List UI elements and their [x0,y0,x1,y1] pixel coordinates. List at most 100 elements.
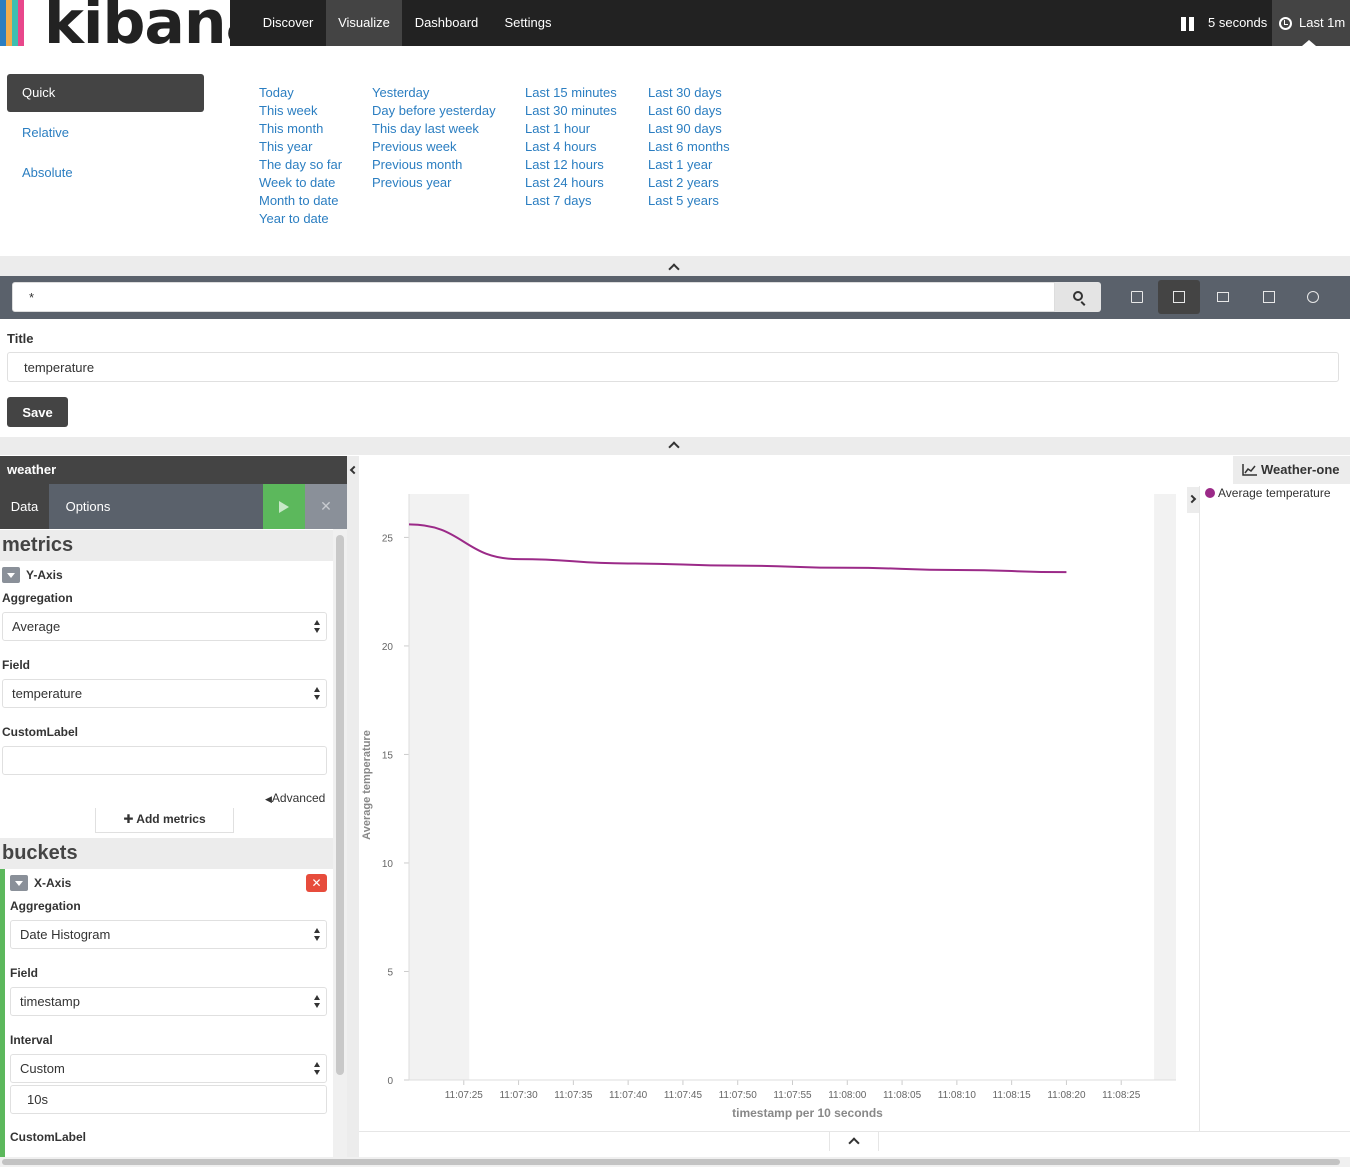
quick-item[interactable]: The day so far [259,156,342,174]
quick-item[interactable]: Week to date [259,174,342,192]
aggregation-select-value: Average [12,619,61,634]
custom-label-label: CustomLabel [2,725,79,739]
sidebar-collapse-toggle[interactable] [347,456,359,1157]
search-input[interactable] [12,282,1055,312]
quick-item[interactable]: Last 15 minutes [525,84,617,102]
pause-icon[interactable] [1181,17,1194,31]
aggregation-select[interactable]: Average [2,612,327,641]
scrollbar-thumb[interactable] [2,1159,1340,1165]
logo-text: kibana [44,0,230,46]
quick-item[interactable]: Last 6 months [648,138,730,156]
bucket-aggregation-select[interactable]: Date Histogram [10,920,327,949]
quick-item[interactable]: Year to date [259,210,342,228]
logo-bar [18,0,24,46]
title-label: Title [7,331,34,346]
remove-aggregation-button[interactable]: ✕ [306,874,327,892]
select-arrows-icon [314,687,320,701]
open-visualization-button[interactable] [1202,280,1244,314]
scrollbar-thumb[interactable] [336,535,344,1075]
timepicker-mode-relative[interactable]: Relative [22,125,69,140]
save-button[interactable]: Save [7,397,68,427]
timepicker-mode-absolute[interactable]: Absolute [22,165,73,180]
save-visualization-button[interactable] [1158,280,1200,314]
advanced-toggle[interactable]: ◀Advanced [265,791,325,805]
timepicker-collapse-bar[interactable] [0,256,1350,276]
quick-item[interactable]: Last 1 year [648,156,730,174]
quick-item[interactable]: Last 4 hours [525,138,617,156]
spy-panel-toggle[interactable] [829,1131,879,1151]
quick-item[interactable]: Previous month [372,156,496,174]
quick-item[interactable]: This month [259,120,342,138]
interval-select[interactable]: Custom [10,1054,327,1083]
refresh-interval[interactable]: 5 seconds [1208,0,1267,46]
save-form-collapse-bar[interactable] [0,437,1350,455]
quick-item[interactable]: Last 5 years [648,192,730,210]
custom-interval-input[interactable] [10,1085,327,1114]
refresh-button[interactable] [1292,280,1334,314]
refresh-icon [1307,291,1319,303]
quick-item[interactable]: Previous year [372,174,496,192]
nav-visualize[interactable]: Visualize [326,0,402,46]
field-select[interactable]: temperature [2,679,327,708]
quick-item[interactable]: Day before yesterday [372,102,496,120]
new-visualization-button[interactable] [1116,280,1158,314]
x-tick-label: 11:08:25 [1102,1090,1141,1101]
quick-item[interactable]: Last 1 hour [525,120,617,138]
nav-dashboard[interactable]: Dashboard [402,0,491,46]
quick-column: Yesterday Day before yesterday This day … [372,84,496,192]
timepicker-mode-quick[interactable]: Quick [7,74,204,112]
x-tick-label: 11:07:30 [499,1090,538,1101]
quick-item[interactable]: Last 90 days [648,120,730,138]
quick-item[interactable]: Last 2 years [648,174,730,192]
search-button[interactable] [1055,282,1101,312]
nav-settings[interactable]: Settings [491,0,565,46]
add-metrics-button[interactable]: ✚ Add metrics [95,808,234,833]
title-input[interactable] [7,352,1339,382]
y-tick-label: 5 [387,967,393,978]
chevron-up-icon [668,263,680,275]
quick-item[interactable]: Last 24 hours [525,174,617,192]
quick-item[interactable]: Last 30 days [648,84,730,102]
quick-item[interactable]: Last 30 minutes [525,102,617,120]
quick-item[interactable]: This day last week [372,120,496,138]
x-tick-label: 11:08:15 [993,1090,1032,1101]
aggregation-label: Aggregation [2,591,73,605]
quick-item[interactable]: This week [259,102,342,120]
folder-open-icon [1217,292,1229,302]
collapse-toggle-icon[interactable] [2,567,20,583]
quick-item[interactable]: Month to date [259,192,342,210]
tab-options[interactable]: Options [49,484,127,529]
quick-item[interactable]: Last 60 days [648,102,730,120]
clock-icon [1279,17,1292,30]
quick-item[interactable]: Yesterday [372,84,496,102]
horizontal-scrollbar[interactable] [0,1157,1350,1167]
buckets-heading: buckets [0,838,333,869]
y-tick-label: 25 [382,533,394,544]
collapse-toggle-icon[interactable] [10,875,28,891]
custom-label-input[interactable] [2,746,327,775]
interval-select-value: Custom [20,1061,65,1076]
metrics-heading: metrics [0,530,333,561]
tab-data[interactable]: Data [0,484,49,529]
save-icon [1173,291,1185,303]
bucket-field-select[interactable]: timestamp [10,987,327,1016]
y-axis-label: Average temperature [361,730,373,840]
top-navbar: kibana Discover Visualize Dashboard Sett… [0,0,1350,46]
quick-item[interactable]: Last 12 hours [525,156,617,174]
quick-item[interactable]: Last 7 days [525,192,617,210]
nav-discover[interactable]: Discover [250,0,326,46]
quick-item[interactable]: This year [259,138,342,156]
sidebar-scrollbar[interactable] [333,529,347,1157]
kibana-logo[interactable]: kibana [0,0,230,46]
share-button[interactable] [1248,280,1290,314]
time-picker-button[interactable]: Last 1m [1272,0,1350,46]
select-arrows-icon [314,620,320,634]
quick-item[interactable]: Previous week [372,138,496,156]
x-tick-label: 11:07:35 [554,1090,593,1101]
series-line[interactable] [408,523,1067,574]
agg-title: Y-Axis [26,568,63,582]
apply-changes-button[interactable] [263,484,305,529]
quick-item[interactable]: Today [259,84,342,102]
quick-column: Last 30 days Last 60 days Last 90 days L… [648,84,730,210]
discard-changes-button[interactable]: ✕ [305,484,347,529]
